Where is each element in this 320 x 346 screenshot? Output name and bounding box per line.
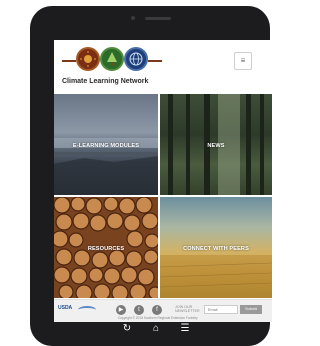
globe-icon <box>124 47 148 71</box>
twitter-icon[interactable]: t <box>134 305 144 315</box>
site-header: Climate Learning Network ≡ <box>54 40 272 94</box>
tile-label: CONNECT WITH PEERS <box>183 246 249 252</box>
refresh-icon[interactable]: ↻ <box>121 323 133 335</box>
home-icon[interactable]: ⌂ <box>150 323 162 335</box>
tile-label: RESOURCES <box>87 246 125 252</box>
newsletter-label: JOIN OUR NEWSLETTER <box>175 305 200 313</box>
speaker-grille <box>145 17 171 20</box>
newsletter-submit-button[interactable]: Submit <box>240 305 262 314</box>
sun-icon <box>76 47 100 71</box>
logo[interactable] <box>62 47 178 77</box>
tile-connect-with-peers[interactable]: CONNECT WITH PEERS <box>160 197 272 298</box>
tile-resources[interactable]: RESOURCES <box>54 197 158 298</box>
newsletter-email-input[interactable] <box>204 305 238 314</box>
youtube-icon[interactable]: ▶ <box>116 305 126 315</box>
srec-logo[interactable] <box>78 306 96 314</box>
app-screen: Climate Learning Network ≡ E-LEARNING MO… <box>54 40 272 322</box>
logo-divider-right <box>148 60 162 62</box>
site-title: Climate Learning Network <box>62 78 149 85</box>
list-icon[interactable]: ☰ <box>179 323 191 335</box>
tile-elearning-modules[interactable]: E-LEARNING MODULES <box>54 94 158 195</box>
tile-label: E-LEARNING MODULES <box>72 143 140 149</box>
tile-label: NEWS <box>207 143 225 149</box>
bottom-nav-bar: ↻ ⌂ ☰ <box>0 316 264 343</box>
usda-logo[interactable]: USDA <box>58 305 72 311</box>
tablet-frame: Climate Learning Network ≡ E-LEARNING MO… <box>30 6 272 346</box>
camera-icon <box>131 16 135 20</box>
tile-news[interactable]: NEWS <box>160 94 272 195</box>
hamburger-menu-icon[interactable]: ≡ <box>234 52 252 70</box>
facebook-icon[interactable]: f <box>152 305 162 315</box>
tree-icon <box>100 47 124 71</box>
logo-divider-left <box>62 60 76 62</box>
